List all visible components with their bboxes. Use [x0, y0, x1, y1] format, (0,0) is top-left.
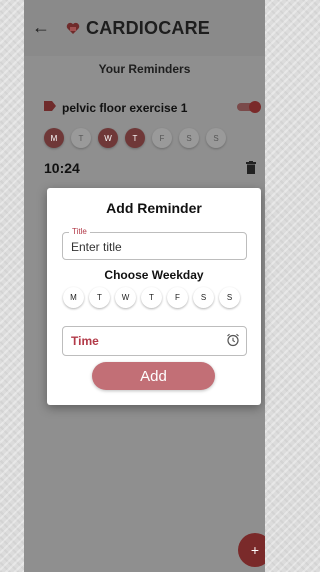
reminder-weekdays: MTWTFSS	[44, 128, 226, 148]
weekday-picker: MTWTFSS	[63, 287, 240, 308]
title-input[interactable]: Title Enter title	[62, 227, 247, 260]
weekday-chip[interactable]: F	[167, 287, 188, 308]
title-field-label: Title	[69, 227, 90, 236]
page-subtitle: Your Reminders	[98, 62, 191, 76]
weekday-chip[interactable]: T	[89, 287, 110, 308]
choose-weekday-label: Choose Weekday	[104, 268, 204, 282]
reminder-day-chip: M	[44, 128, 64, 148]
reminder-day-chip: T	[71, 128, 91, 148]
add-reminder-fab[interactable]: +	[238, 533, 265, 567]
time-field-label: Time	[71, 334, 99, 348]
alarm-clock-icon[interactable]	[226, 333, 240, 347]
reminder-day-chip: W	[98, 128, 118, 148]
reminder-day-chip: F	[152, 128, 172, 148]
add-button[interactable]: Add	[92, 362, 215, 390]
back-arrow-icon[interactable]: ←	[32, 18, 50, 36]
weekday-chip[interactable]: S	[219, 287, 240, 308]
trash-icon[interactable]	[246, 161, 256, 174]
weekday-chip[interactable]: S	[193, 287, 214, 308]
heart-logo-icon	[66, 22, 80, 34]
time-input[interactable]: Time	[62, 326, 247, 356]
add-reminder-dialog: Add Reminder Title Enter title Choose We…	[47, 188, 261, 405]
label-tag-icon	[44, 101, 56, 111]
reminder-day-chip: S	[206, 128, 226, 148]
dialog-title: Add Reminder	[106, 200, 202, 216]
app-bar: ← CARDIOCARE	[24, 0, 265, 56]
weekday-chip[interactable]: M	[63, 287, 84, 308]
toggle-knob	[249, 101, 261, 113]
weekday-chip[interactable]: T	[141, 287, 162, 308]
weekday-chip[interactable]: W	[115, 287, 136, 308]
reminder-time: 10:24	[44, 160, 80, 176]
app-title: CARDIOCARE	[86, 18, 211, 38]
reminder-toggle[interactable]	[237, 101, 261, 113]
reminder-day-chip: T	[125, 128, 145, 148]
title-placeholder: Enter title	[71, 240, 122, 254]
reminder-title: pelvic floor exercise 1	[62, 101, 188, 115]
reminder-day-chip: S	[179, 128, 199, 148]
